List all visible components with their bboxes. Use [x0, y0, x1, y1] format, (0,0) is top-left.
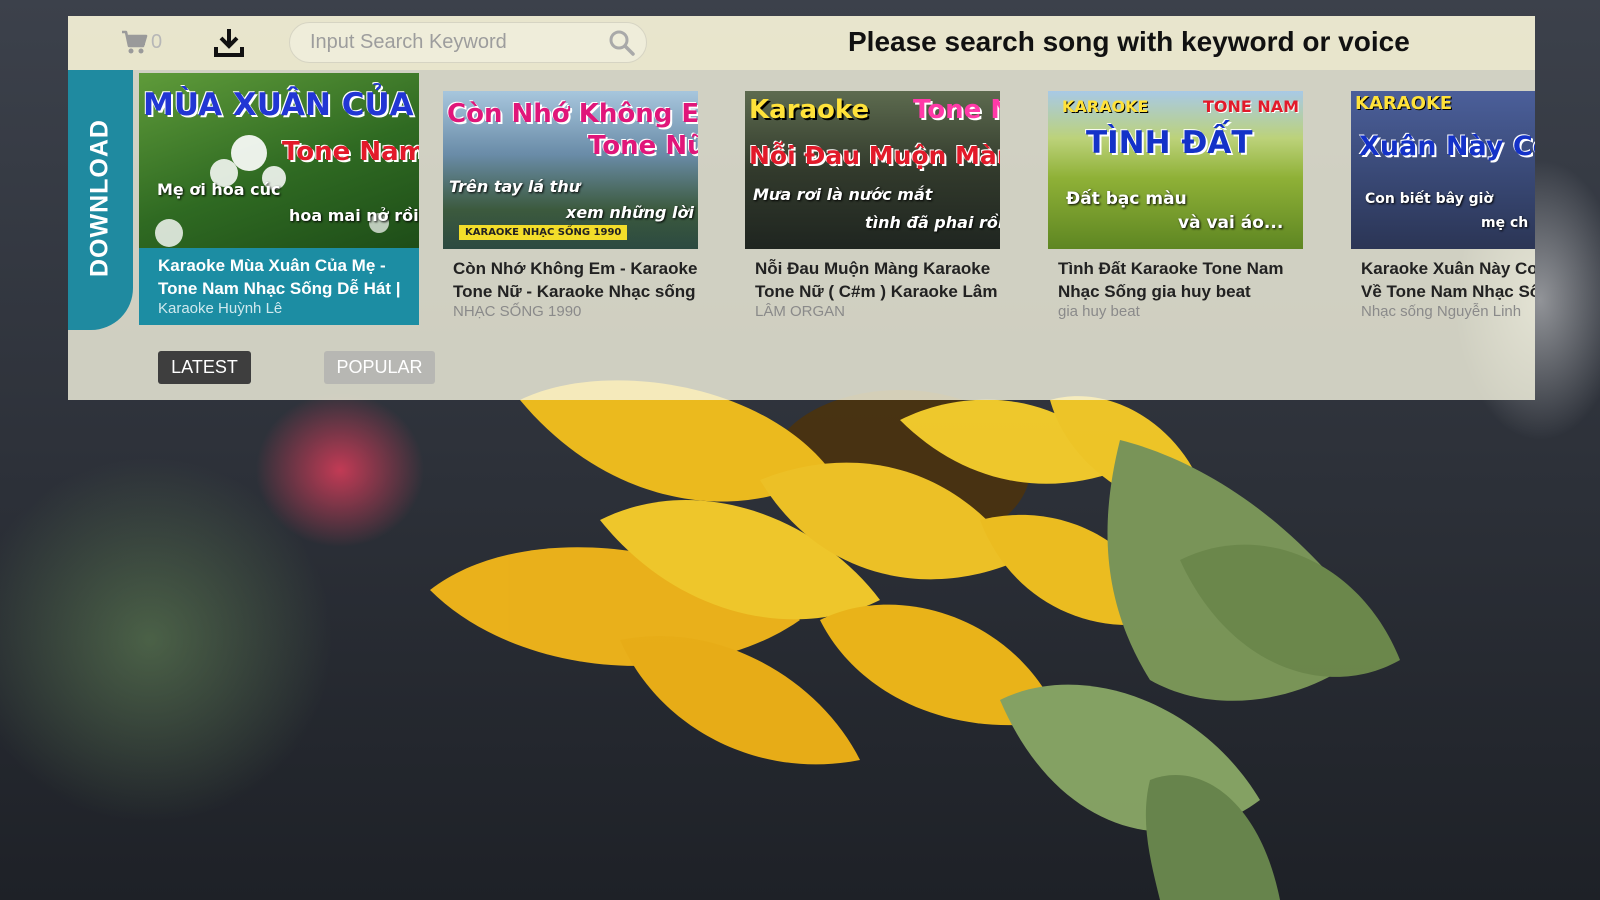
thumb-title: Xuân Này Con Kh — [1359, 131, 1535, 162]
song-card[interactable]: Karaoke Tone Nữ Nỗi Đau Muộn Màng Mưa rơ… — [745, 91, 1005, 320]
song-title: Karaoke Mùa Xuân Của Mẹ - Tone Nam Nhạc … — [158, 256, 401, 298]
search-box[interactable] — [289, 22, 647, 63]
download-tab-label: DOWNLOAD — [85, 119, 114, 277]
thumb-lyric-2: mẹ ch — [1481, 215, 1529, 231]
download-button[interactable] — [214, 27, 244, 57]
song-channel: LÂM ORGAN — [755, 303, 846, 320]
thumb-lyric-2: hoa mai nở rồi — [289, 206, 419, 225]
song-thumbnail: Karaoke Tone Nữ Nỗi Đau Muộn Màng Mưa rơ… — [745, 91, 1000, 249]
song-thumbnail: MÙA XUÂN CỦA MẸ Tone Nam Mẹ ơi hoa cúc h… — [139, 73, 419, 248]
thumb-tone: Tone Nam — [282, 137, 419, 167]
thumb-lyric-1: Mẹ ơi hoa cúc — [157, 180, 281, 199]
song-channel: Karaoke Huỳnh Lê — [158, 300, 283, 317]
thumb-lyric-1: Trên tay lá thư — [449, 177, 581, 196]
thumb-tone: TONE NAM — [1203, 97, 1300, 116]
thumb-lyric-2: xem những lời — [566, 203, 694, 222]
thumb-tone: Tone Nữ — [588, 131, 698, 161]
cart-count: 0 — [151, 30, 163, 53]
song-list: MÙA XUÂN CỦA MẸ Tone Nam Mẹ ơi hoa cúc h… — [139, 73, 1535, 343]
download-icon — [214, 29, 244, 57]
tab-latest[interactable]: LATEST — [158, 351, 251, 384]
thumb-lyric-1: Con biết bây giờ — [1365, 191, 1494, 207]
search-input[interactable] — [310, 23, 600, 62]
song-card[interactable]: Còn Nhớ Không Em Tone Nữ Trên tay lá thư… — [443, 91, 703, 320]
song-title: Nỗi Đau Muộn Màng Karaoke Tone Nữ ( C#m … — [755, 259, 998, 301]
song-channel: NHẠC SỐNG 1990 — [453, 303, 582, 320]
tab-popular[interactable]: POPULAR — [324, 351, 435, 384]
cart-button[interactable]: 0 — [120, 28, 162, 56]
song-thumbnail: Còn Nhớ Không Em Tone Nữ Trên tay lá thư… — [443, 91, 698, 249]
thumb-tone: Tone Nữ — [913, 95, 1000, 125]
song-card[interactable]: KARAOKE Xuân Này Con Kh Con biết bây giờ… — [1351, 91, 1535, 320]
thumb-title: MÙA XUÂN CỦA MẸ — [143, 87, 419, 123]
thumb-lyric-1: Đất bạc màu — [1066, 189, 1187, 209]
top-bar: 0 Please search song with keyword or voi… — [68, 16, 1535, 70]
cart-icon — [122, 30, 148, 54]
song-card[interactable]: KARAOKE TONE NAM TÌNH ĐẤT Đất bạc màu và… — [1048, 91, 1308, 320]
thumb-karaoke: KARAOKE — [1355, 93, 1453, 114]
song-channel: Nhạc sống Nguyễn Linh — [1361, 303, 1522, 320]
download-side-tab[interactable]: DOWNLOAD — [68, 70, 133, 330]
song-channel: gia huy beat — [1058, 303, 1140, 320]
song-thumbnail: KARAOKE Xuân Này Con Kh Con biết bây giờ… — [1351, 91, 1535, 249]
karaoke-panel: 0 Please search song with keyword or voi… — [68, 16, 1535, 400]
search-hint: Please search song with keyword or voice — [848, 26, 1410, 57]
thumb-lyric-1: Mưa rơi là nước mắt — [753, 185, 933, 204]
song-thumbnail: KARAOKE TONE NAM TÌNH ĐẤT Đất bạc màu và… — [1048, 91, 1303, 249]
thumb-karaoke: Karaoke — [749, 95, 870, 125]
song-card[interactable]: MÙA XUÂN CỦA MẸ Tone Nam Mẹ ơi hoa cúc h… — [139, 73, 419, 325]
thumb-karaoke: KARAOKE — [1062, 97, 1149, 116]
thumb-lyric-2: và vai áo... — [1178, 213, 1284, 233]
song-title: Còn Nhớ Không Em - Karaoke Tone Nữ - Kar… — [453, 259, 698, 301]
thumb-title: Còn Nhớ Không Em — [447, 99, 698, 129]
thumb-badge: KARAOKE NHẠC SỐNG 1990 — [459, 225, 628, 240]
search-icon[interactable] — [608, 29, 636, 57]
thumb-title: TÌNH ĐẤT — [1086, 125, 1253, 161]
song-title: Karaoke Xuân Này Con Không Về Tone Nam N… — [1361, 259, 1535, 301]
thumb-title: Nỗi Đau Muộn Màng — [749, 141, 1000, 170]
thumb-lyric-2: tình đã phai rồi — [865, 213, 1000, 232]
song-title: Tình Đất Karaoke Tone Nam Nhạc Sống gia … — [1058, 259, 1284, 301]
